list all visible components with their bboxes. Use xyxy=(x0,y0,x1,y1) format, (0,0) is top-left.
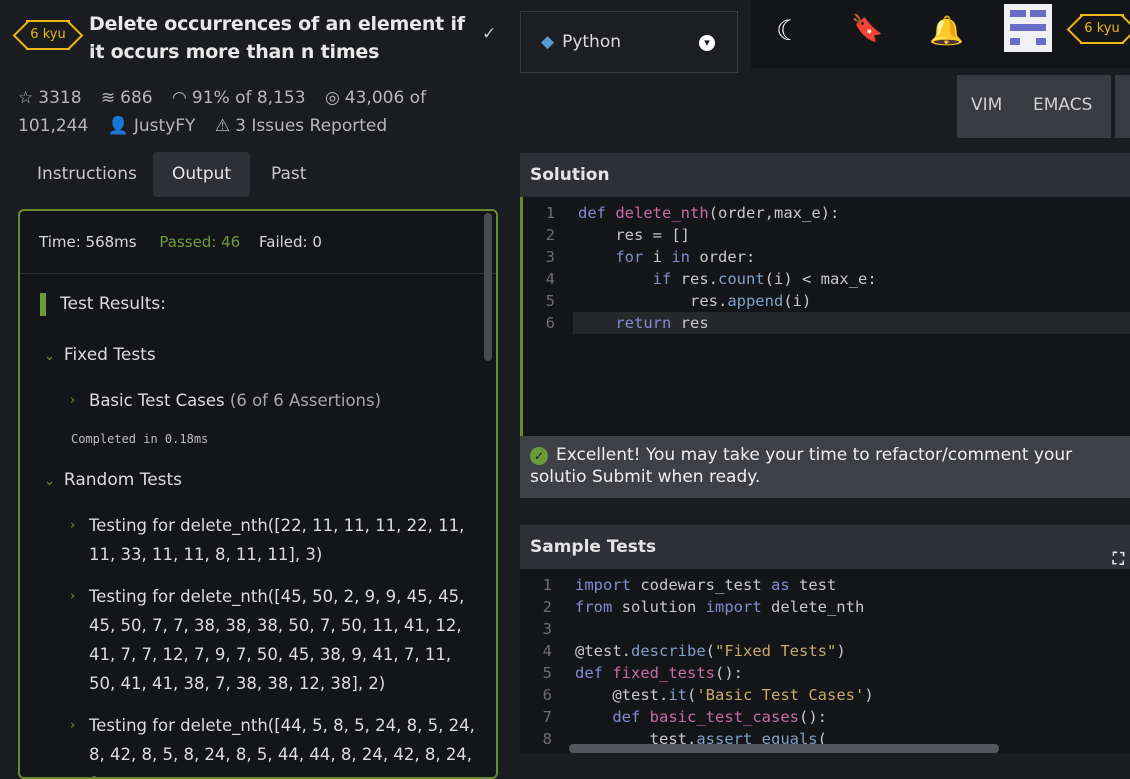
python-icon: ◆ xyxy=(541,32,555,52)
tab-output[interactable]: Output xyxy=(153,152,251,197)
chevron-right-icon: › xyxy=(70,589,76,604)
code-line: 3 for i in order: xyxy=(545,248,756,266)
chevron-right-icon: › xyxy=(70,518,76,533)
code-line: 3 xyxy=(542,620,552,638)
code-line: 2 res = [] xyxy=(545,226,690,244)
code-line: 5 res.append(i) xyxy=(545,292,812,310)
code-line: 4 @test.describe("Fixed Tests") xyxy=(542,642,846,660)
code-line: 6 return res xyxy=(546,312,1130,334)
output-scrollbar[interactable] xyxy=(484,213,492,361)
vim-mode-button[interactable]: VIM xyxy=(971,95,1002,115)
kata-stats: ☆ 3318 ≋ 686 ◠ 91% of 8,153 ◎ 43,006 of 101,… xyxy=(18,84,438,140)
code-line: 4 if res.count(i) < max_e: xyxy=(545,270,877,288)
chevron-down-icon: ▾ xyxy=(699,35,715,51)
code-line: 2 from solution import delete_nth xyxy=(542,598,865,616)
code-line: 1 import codewars_test as test xyxy=(542,576,837,594)
satisfaction-stat: ◠ 91% of 8,153 xyxy=(172,88,306,108)
chevron-down-icon: ⌄ xyxy=(44,474,55,489)
random-test-case[interactable]: › Testing for delete_nth([45, 50, 2, 9, … xyxy=(70,582,475,698)
code-line: 1 def delete_nth(order,max_e): xyxy=(545,204,840,222)
code-line: 6 @test.it('Basic Test Cases') xyxy=(542,686,874,704)
bell-icon[interactable]: 🔔 xyxy=(929,14,964,47)
chevron-down-icon: ⌄ xyxy=(44,349,55,364)
emacs-mode-button[interactable]: EMACS xyxy=(1033,95,1092,115)
author-link[interactable]: 👤 JustyFY xyxy=(108,116,196,136)
chevron-right-icon: › xyxy=(70,718,76,733)
user-rank-badge: 6 kyu xyxy=(1080,14,1124,44)
bookmark-icon[interactable]: 🔖 xyxy=(851,14,883,44)
test-time: Time: 568ms xyxy=(39,233,137,251)
warning-icon: ⚠ xyxy=(214,116,231,136)
language-selected: ◆ Python xyxy=(541,32,622,52)
failed-count: Failed: 0 xyxy=(259,233,322,251)
chevron-right-icon: › xyxy=(70,393,76,408)
star-icon: ☆ xyxy=(18,88,34,108)
solution-header: Solution xyxy=(520,153,1130,197)
tab-past-solutions[interactable]: Past Solutions xyxy=(252,152,368,229)
kata-title: Delete occurrences of an element if it o… xyxy=(89,13,465,63)
avatar[interactable] xyxy=(1004,4,1052,52)
editor-mode-bar: VIM EMACS xyxy=(957,75,1130,138)
random-tests-group[interactable]: ⌄ Random Tests xyxy=(44,470,182,490)
success-message: ✓ Excellent! You may take your time to re… xyxy=(520,436,1130,498)
solution-editor[interactable]: 1 def delete_nth(order,max_e): 2 res = []… xyxy=(520,197,1130,436)
kata-rank-badge: 6 kyu xyxy=(26,20,70,50)
user-icon: 👤 xyxy=(107,116,129,136)
test-results-heading: Test Results: xyxy=(40,293,166,316)
sample-tests-header: Sample Tests ⛶ xyxy=(520,525,1130,569)
check-circle-icon: ✓ xyxy=(530,447,548,465)
code-line: 5 def fixed_tests(): xyxy=(542,664,743,682)
moon-icon[interactable]: ☾ xyxy=(776,14,801,47)
gauge-icon: ◠ xyxy=(172,88,187,108)
issues-link[interactable]: ⚠ 3 Issues Reported xyxy=(215,116,387,136)
output-panel: Time: 568ms Passed: 46 Failed: 0 Test Re… xyxy=(18,209,498,779)
code-line: 7 def basic_test_cases(): xyxy=(542,708,827,726)
passed-count: Passed: 46 xyxy=(159,233,241,251)
target-icon: ◎ xyxy=(324,88,340,108)
tab-instructions[interactable]: Instructions xyxy=(18,152,156,197)
horizontal-scrollbar[interactable] xyxy=(569,744,999,753)
layers-icon: ≋ xyxy=(100,88,116,108)
collapse-check-icon[interactable]: ✓ xyxy=(482,24,496,44)
output-summary: Time: 568ms Passed: 46 Failed: 0 xyxy=(20,211,496,274)
random-test-case[interactable]: › Testing for delete_nth([22, 11, 11, 11… xyxy=(70,511,475,569)
basic-test-case[interactable]: › Basic Test Cases (6 of 6 Assertions) xyxy=(70,386,475,415)
stars-stat[interactable]: ☆ 3318 xyxy=(18,88,82,108)
fixed-tests-group[interactable]: ⌄ Fixed Tests xyxy=(44,345,156,365)
sample-tests-editor[interactable]: 1 import codewars_test as test 2 from solu… xyxy=(520,569,1130,753)
completed-time: Completed in 0.18ms xyxy=(71,432,209,446)
top-nav: ☾ 🔖 🔔 6 kyu xyxy=(751,0,1130,68)
collections-stat: ≋ 686 xyxy=(100,88,153,108)
language-select[interactable]: ◆ Python ▾ xyxy=(520,11,738,73)
